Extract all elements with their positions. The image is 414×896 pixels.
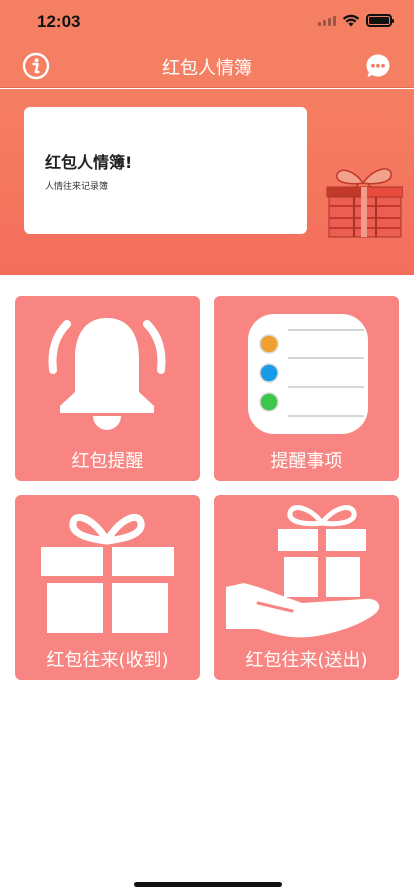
status-icons (318, 14, 394, 27)
chat-bubble-icon[interactable] (364, 52, 392, 80)
banner-card: 红包人情簿! 人情往来记录簿 (24, 107, 307, 234)
page-title: 红包人情簿 (162, 58, 252, 79)
tile-label: 红包提醒 (71, 451, 144, 472)
status-time: 12:03 (37, 12, 81, 31)
tile-red-packet-received[interactable]: 红包往来(收到) (15, 495, 200, 680)
tile-red-packet-sent[interactable]: 红包往来(送出) (214, 495, 399, 680)
banner-title: 红包人情簿! (45, 153, 133, 172)
banner-subtitle: 人情往来记录簿 (45, 182, 109, 192)
gift-box-illustration (326, 168, 403, 238)
battery-icon (366, 14, 394, 27)
cellular-signal-icon (318, 15, 336, 26)
tile-reminder-items[interactable]: 提醒事项 (214, 296, 399, 481)
nav-bar: 红包人情簿 (0, 44, 414, 88)
status-bar: 12:03 (0, 0, 414, 44)
tile-label: 提醒事项 (270, 451, 343, 472)
tile-label: 红包往来(收到) (46, 650, 169, 671)
tile-label: 红包往来(送出) (245, 650, 368, 671)
tile-red-packet-reminder[interactable]: 红包提醒 (15, 296, 200, 481)
home-indicator[interactable] (134, 882, 282, 887)
banner: 红包人情簿! 人情往来记录簿 (0, 89, 414, 275)
wifi-icon (342, 14, 360, 27)
